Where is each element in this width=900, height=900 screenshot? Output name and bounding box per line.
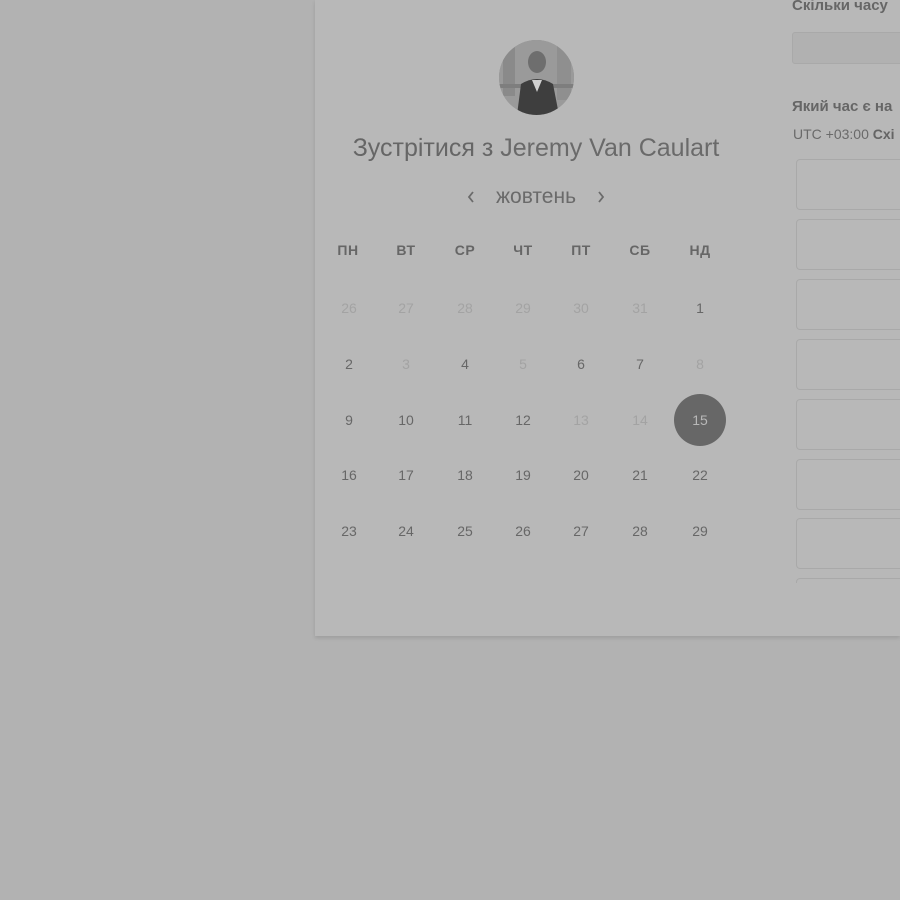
calendar-day[interactable]: 22 [674,449,726,501]
timezone-value[interactable]: UTC +03:00 Схі [793,126,895,142]
weekday-label: ПТ [571,242,591,258]
time-slot-list [796,159,900,583]
calendar-day[interactable]: 28 [614,505,666,557]
calendar-day[interactable]: 2 [323,338,375,390]
calendar-day[interactable]: 21 [614,449,666,501]
calendar-day[interactable]: 19 [497,449,549,501]
calendar-day[interactable]: 4 [439,338,491,390]
calendar-day[interactable]: 25 [439,505,491,557]
calendar-day: 29 [515,300,531,316]
calendar-day: 5 [519,356,527,372]
host-name: Jeremy Van Caulart [500,134,720,162]
calendar-day[interactable]: 29 [674,505,726,557]
calendar-panel: Зустрітися з Jeremy Van Caulart жовтень … [315,0,755,636]
calendar-day: 14 [632,412,648,428]
weekday-label: ВТ [396,242,416,258]
next-month-button[interactable] [584,182,618,212]
calendar-day[interactable]: 24 [380,505,432,557]
weekday-label: СР [454,242,476,258]
duration-select[interactable] [792,32,900,64]
time-slot-button[interactable] [796,459,900,510]
calendar-day[interactable]: 10 [380,394,432,446]
avatar-photo [499,40,574,115]
calendar-day: 26 [341,300,357,316]
calendar-day[interactable]: 9 [323,394,375,446]
time-slot-button[interactable] [796,518,900,569]
calendar-day[interactable]: 20 [555,449,607,501]
timezone-label: Який час є на [792,98,893,115]
prev-month-button[interactable] [454,182,488,212]
weekday-label: СБ [629,242,651,258]
calendar-day[interactable]: 6 [555,338,607,390]
calendar-day[interactable]: 1 [674,282,726,334]
calendar-day[interactable]: 18 [439,449,491,501]
booking-panel: Скільки часу Який час є на UTC +03:00 Сх… [792,0,900,636]
calendar-day[interactable]: 17 [380,449,432,501]
calendar-day: 27 [398,300,414,316]
calendar-day: 8 [696,356,704,372]
calendar-day: 31 [632,300,648,316]
time-slot-button[interactable] [796,339,900,390]
calendar-day[interactable]: 12 [497,394,549,446]
time-slot-button[interactable] [796,279,900,330]
calendar-day: 3 [402,356,410,372]
calendar-day: 28 [457,300,473,316]
calendar-day[interactable]: 23 [323,505,375,557]
avatar [499,40,574,115]
calendar-day[interactable]: 27 [555,505,607,557]
calendar-day: 13 [573,412,589,428]
booking-card: Зустрітися з Jeremy Van Caulart жовтень … [315,0,900,636]
weekday-label: ПН [337,242,359,258]
time-slot-button[interactable] [796,578,900,583]
weekday-header: ПН ВТ СР ЧТ ПТ СБ НД [315,242,757,264]
page-title: Зустрітися з Jeremy Van Caulart [315,134,757,163]
weekday-label: ЧТ [513,242,533,258]
weekday-label: НД [689,242,711,258]
time-slot-button[interactable] [796,399,900,450]
timezone-offset: UTC +03:00 [793,126,869,142]
month-navigation: жовтень [315,182,757,212]
time-slot-button[interactable] [796,219,900,270]
chevron-left-icon [467,191,474,203]
time-slot-button[interactable] [796,159,900,210]
calendar-day[interactable]: 26 [497,505,549,557]
timezone-name: Схі [872,126,895,142]
calendar-day[interactable]: 11 [439,394,491,446]
duration-label: Скільки часу [792,0,888,14]
title-prefix: Зустрітися з [352,134,494,162]
calendar-grid: 26 27 28 29 30 31 1 2 3 4 5 6 7 8 9 10 11 12 13 14 15 16 17 18 1… [315,280,757,570]
calendar-day[interactable]: 7 [614,338,666,390]
month-label: жовтень [495,185,577,208]
calendar-day[interactable]: 16 [323,449,375,501]
selected-day[interactable]: 15 [674,394,726,446]
calendar-day: 30 [573,300,589,316]
chevron-right-icon [598,191,605,203]
